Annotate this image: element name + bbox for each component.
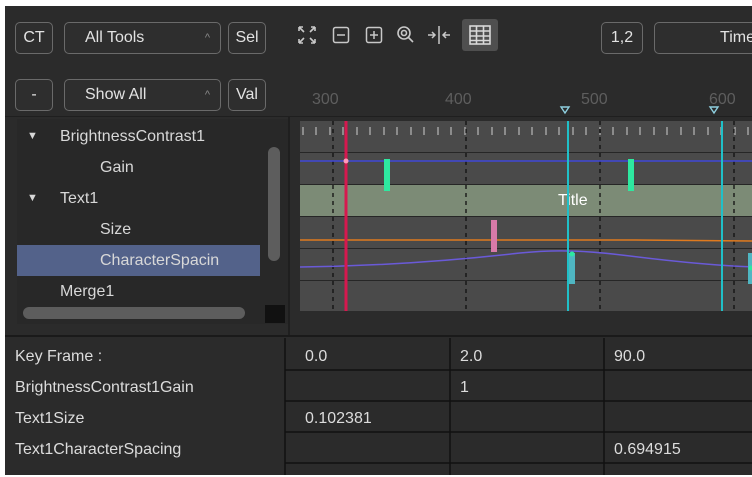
zoom-out-icon[interactable] (328, 21, 354, 49)
tools-dropdown[interactable]: All Tools ^ (64, 22, 221, 54)
row-name-text1characterspacing: Text1CharacterSpacing (15, 441, 182, 458)
ct-button[interactable]: CT (15, 22, 53, 54)
tree-item-gain[interactable]: Gain (17, 152, 289, 183)
tools-dropdown-label: All Tools (85, 29, 145, 46)
cell-size-2[interactable] (609, 403, 749, 434)
spreadsheet-icon[interactable] (462, 19, 498, 51)
keyframe-header-label: Key Frame : (15, 348, 103, 365)
show-dropdown[interactable]: Show All ^ (64, 79, 221, 111)
timeline-graphics (300, 121, 752, 311)
cell-gain-2[interactable] (609, 372, 749, 403)
timeline-area[interactable]: Title (300, 121, 752, 311)
row-name-text1size: Text1Size (15, 410, 85, 427)
divider-vertical (288, 116, 290, 335)
tree-item-brightnesscontrast1[interactable]: ▼ BrightnessContrast1 (17, 121, 289, 152)
column-header-2[interactable]: 90.0 (609, 341, 749, 372)
cell-gain-1[interactable]: 1 (455, 372, 600, 403)
expand-arrow-icon[interactable]: ▼ (27, 121, 38, 152)
divider-horizontal (5, 116, 752, 117)
fit-icon[interactable] (294, 21, 320, 49)
show-dropdown-label: Show All (85, 86, 147, 103)
zoom-magnifier-icon[interactable] (393, 21, 419, 49)
cell-size-0[interactable]: 0.102381 (300, 403, 450, 434)
cell-spacing-1[interactable] (455, 434, 600, 465)
zoom-in-icon[interactable] (361, 21, 387, 49)
cell-size-1[interactable] (455, 403, 600, 434)
row-name-brightnesscontrast1gain: BrightnessContrast1Gain (15, 379, 194, 396)
cell-spacing-0[interactable] (300, 434, 450, 465)
time-dropdown[interactable]: Time (654, 22, 752, 54)
tree-item-label: CharacterSpacin (100, 252, 220, 269)
tool-tree: ▼ BrightnessContrast1 Gain ▼ Text1 Size … (17, 119, 289, 324)
tree-item-size[interactable]: Size (17, 214, 289, 245)
tree-item-characterspacing[interactable]: CharacterSpacin (17, 245, 260, 276)
chevron-up-icon: ^ (204, 32, 210, 44)
val-button[interactable]: Val (228, 79, 266, 111)
tree-item-label: Size (100, 221, 132, 238)
tree-item-merge1[interactable]: Merge1 (17, 276, 289, 307)
chevron-up-icon: ^ (204, 89, 210, 101)
spline-editor-panel: CT All Tools ^ Sel 1,2 Time - Show All ^… (5, 6, 752, 475)
scrollbar-corner (265, 305, 285, 323)
keyframe-table: Key Frame : 0.0 2.0 90.0 BrightnessContr… (5, 338, 752, 475)
split-icon[interactable] (424, 21, 454, 49)
column-header-1[interactable]: 2.0 (455, 341, 600, 372)
sel-button[interactable]: Sel (228, 22, 266, 54)
column-header-0[interactable]: 0.0 (300, 341, 450, 372)
tree-vertical-scrollbar[interactable] (268, 147, 280, 261)
number-button[interactable]: 1,2 (601, 22, 643, 54)
tree-item-label: Text1 (60, 190, 99, 207)
tree-item-text1[interactable]: ▼ Text1 (17, 183, 289, 214)
cell-spacing-2[interactable]: 0.694915 (609, 434, 749, 465)
tree-horizontal-scrollbar[interactable] (23, 307, 245, 319)
minus-button[interactable]: - (15, 79, 53, 111)
ruler-label-400: 400 (445, 91, 472, 108)
ruler-label-300: 300 (312, 91, 339, 108)
tree-item-label: Gain (100, 159, 134, 176)
tree-item-label: BrightnessContrast1 (60, 128, 205, 145)
divider-horizontal (5, 335, 752, 337)
tree-item-label: Merge1 (60, 283, 115, 300)
cell-gain-0[interactable] (300, 372, 450, 403)
expand-arrow-icon[interactable]: ▼ (27, 183, 38, 214)
